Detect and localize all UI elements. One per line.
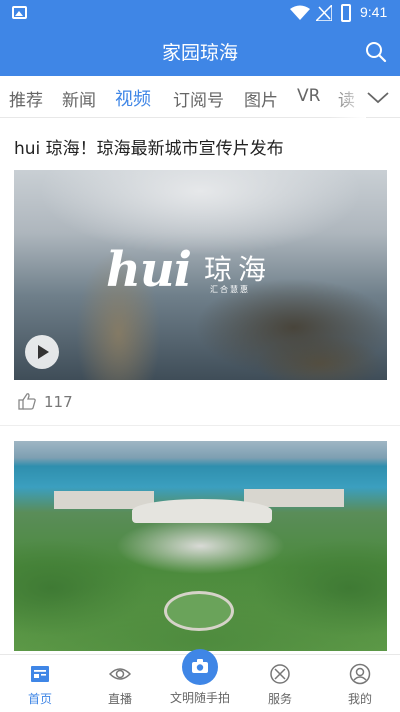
- like-count: 117: [44, 393, 73, 411]
- home-icon: [31, 666, 49, 682]
- nav-label: 首页: [27, 692, 52, 706]
- tab-subscriptions[interactable]: 订阅号: [173, 86, 224, 111]
- tabs-fade: [330, 76, 366, 118]
- video-logo-subtitle: 汇合慧惠: [210, 285, 250, 294]
- eye-icon: [109, 668, 131, 680]
- nav-label: 服务: [267, 692, 292, 706]
- article-image[interactable]: [14, 441, 387, 651]
- tab-news[interactable]: 新闻: [62, 86, 96, 111]
- nav-live[interactable]: 直播: [80, 655, 160, 712]
- nav-label: 直播: [107, 692, 132, 706]
- image-notification-icon: [12, 6, 27, 19]
- video-thumbnail[interactable]: hui 琼海 汇合慧惠: [14, 170, 387, 380]
- app-header: 9:41 家园琼海: [0, 0, 400, 76]
- nav-label: 我的: [347, 692, 372, 706]
- video-logo-text: hui: [106, 242, 192, 298]
- battery-icon: [341, 4, 351, 22]
- tab-recommend[interactable]: 推荐: [9, 86, 43, 111]
- nav-profile[interactable]: 我的: [320, 655, 400, 712]
- status-time: 9:41: [360, 4, 388, 20]
- video-logo-cn: 琼海: [204, 253, 273, 286]
- building-roof: [132, 499, 272, 523]
- signal-icon: [316, 5, 332, 21]
- tab-vr[interactable]: VR: [297, 86, 320, 106]
- tab-pictures[interactable]: 图片: [244, 86, 278, 111]
- feed-divider: [0, 425, 400, 426]
- status-bar: 9:41: [0, 0, 400, 26]
- play-icon[interactable]: [25, 335, 59, 369]
- camera-button[interactable]: [182, 649, 218, 685]
- nav-home[interactable]: 首页: [0, 655, 80, 712]
- services-icon: [270, 664, 290, 684]
- tab-video[interactable]: 视频: [115, 85, 151, 111]
- user-icon: [349, 663, 371, 685]
- page-title: 家园琼海: [161, 42, 238, 64]
- nav-label[interactable]: 文明随手拍: [160, 689, 240, 706]
- wifi-icon: [290, 5, 310, 20]
- thumbs-up-icon[interactable]: [18, 392, 36, 410]
- category-tabs: 推荐 新闻 视频 订阅号 图片 VR 读: [0, 76, 400, 118]
- camera-icon: [192, 659, 208, 673]
- search-icon[interactable]: [364, 40, 388, 64]
- chevron-down-icon[interactable]: [366, 88, 390, 106]
- article-title[interactable]: hui 琼海！琼海最新城市宣传片发布: [14, 134, 284, 159]
- nav-services[interactable]: 服务: [240, 655, 320, 712]
- plaza: [164, 591, 234, 631]
